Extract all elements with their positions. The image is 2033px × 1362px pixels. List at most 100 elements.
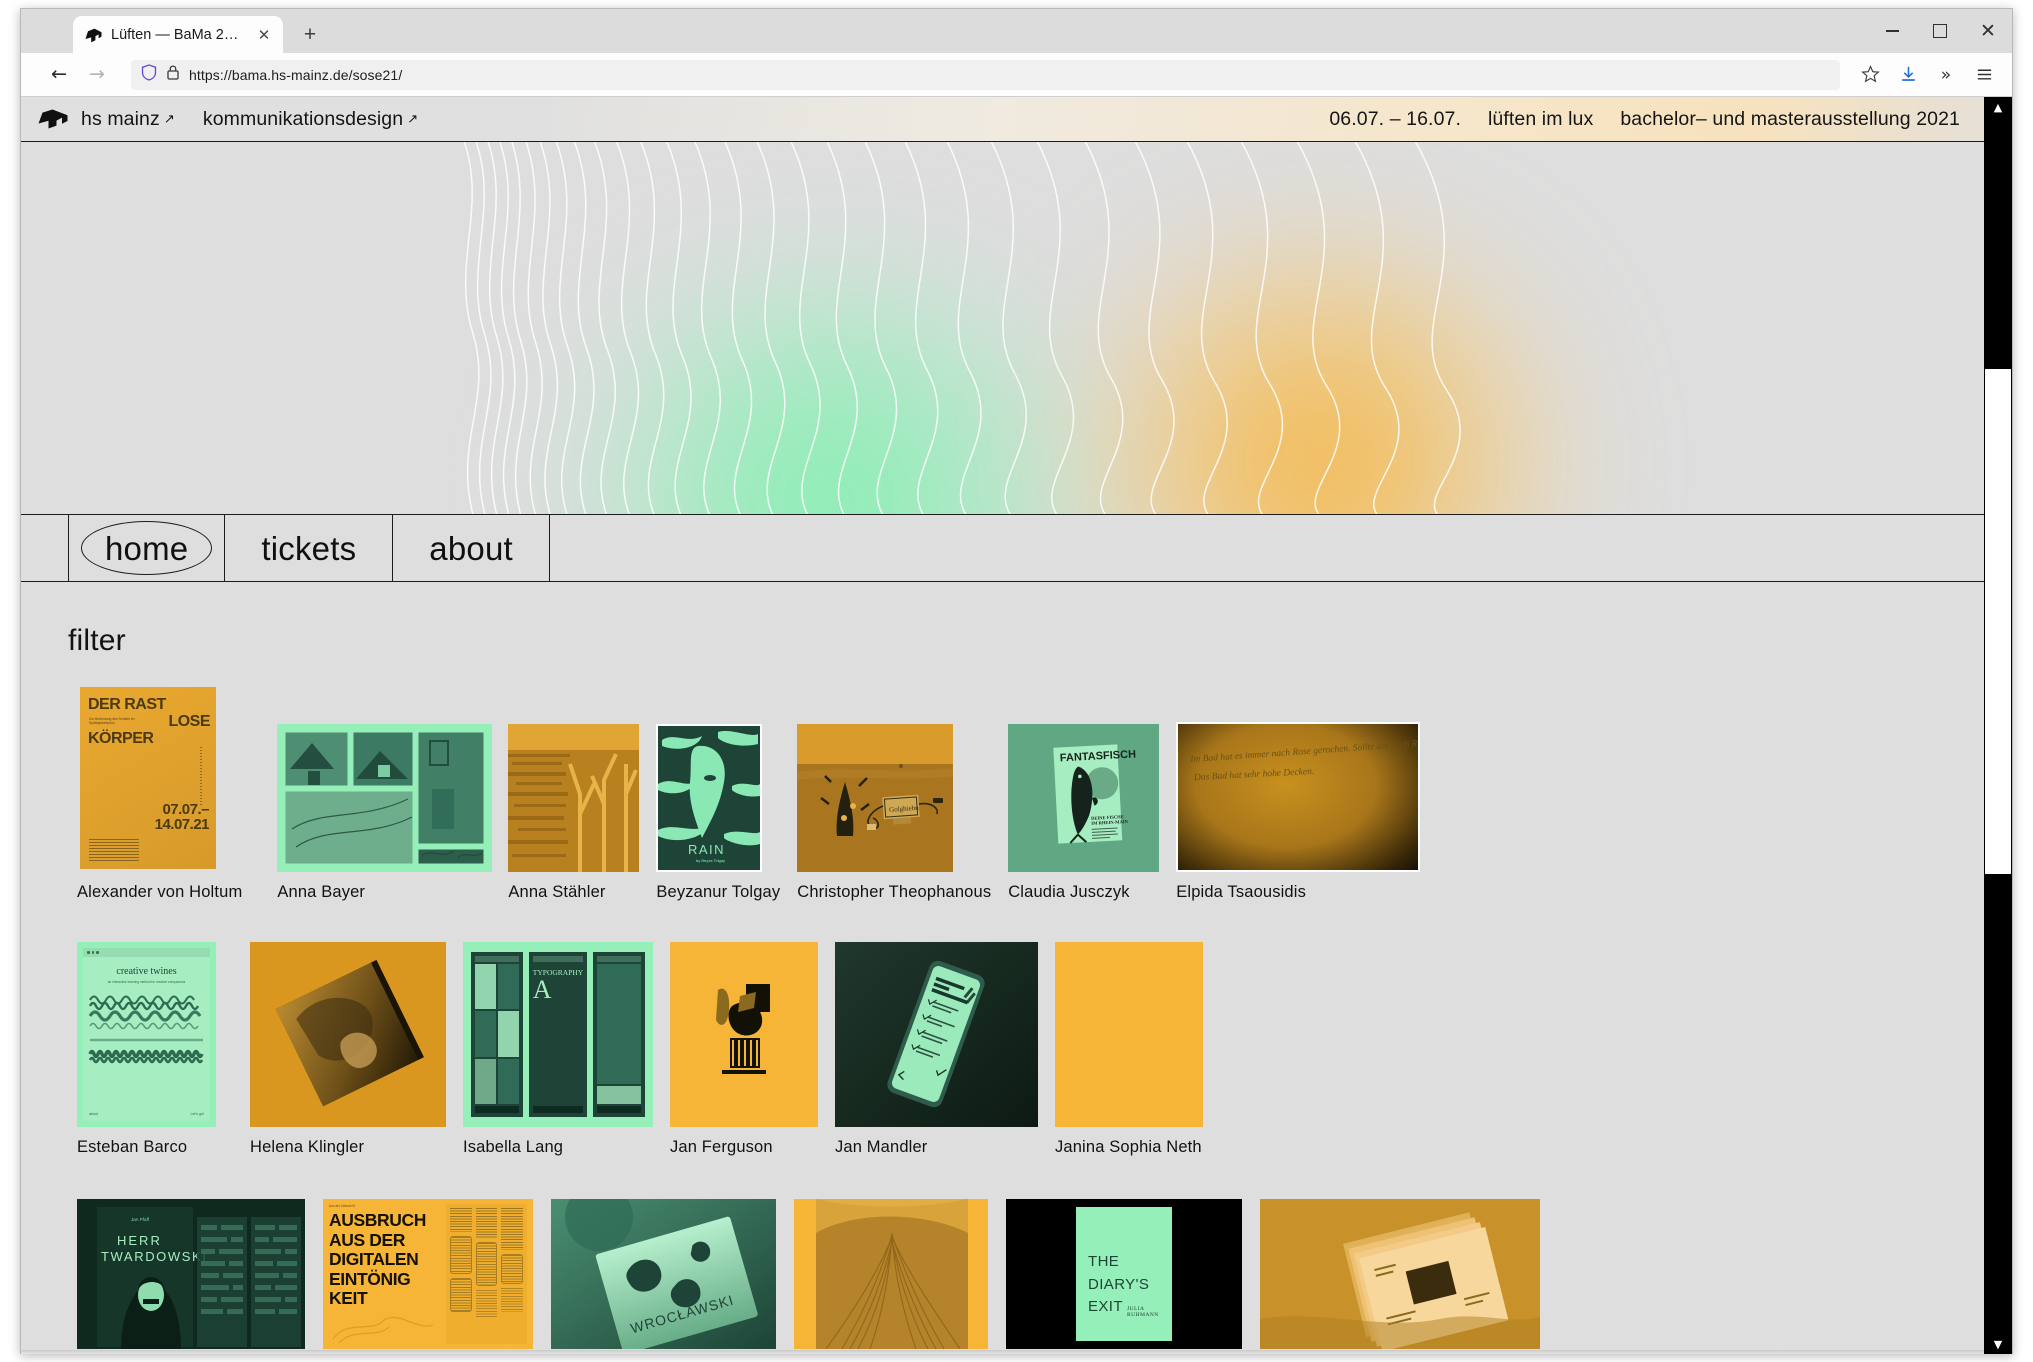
diary-line-1: THE	[1088, 1253, 1120, 1270]
site-logo-icon	[85, 28, 102, 43]
maximize-icon[interactable]	[1916, 9, 1964, 53]
exhibition-title: lüften im lux	[1487, 107, 1594, 130]
project-card[interactable]: Jan Ferguson	[670, 942, 818, 1157]
project-name: Alexander von Holtum	[77, 883, 243, 901]
project-thumbnail[interactable]	[508, 724, 640, 872]
ausbruch-line-1: AUSBRUCH	[329, 1210, 426, 1230]
book-hand-artwork	[250, 942, 446, 1127]
wave-lines-decoration	[463, 142, 1461, 514]
project-thumbnail[interactable]: THE DIARY'S EXIT JULIA RUHMANN	[1006, 1199, 1242, 1349]
link-hs-mainz[interactable]: hs mainz ↗	[81, 108, 175, 131]
project-thumbnail[interactable]	[250, 942, 446, 1127]
download-icon[interactable]	[1892, 59, 1924, 91]
ausbruch-line-5: KEIT	[329, 1288, 368, 1309]
project-name: Claudia Jusczyk	[1008, 883, 1130, 901]
poster-line-1: DER RAST	[88, 696, 166, 713]
project-thumbnail[interactable]: TYPOGRAPHY A	[463, 942, 653, 1127]
nav-spacer	[21, 515, 69, 581]
project-thumbnail[interactable]	[670, 942, 818, 1127]
project-name: Elpida Tsaousidis	[1176, 883, 1306, 901]
project-thumbnail[interactable]: RAIN by Beyza Tolgay	[656, 724, 763, 872]
twines-cta-link[interactable]: Let's go!	[191, 1112, 204, 1116]
link-kommunikationsdesign[interactable]: kommunikationsdesign ↗	[203, 108, 418, 131]
project-card[interactable]: Janina Sophia Neth	[1055, 942, 1203, 1157]
browser-tab[interactable]: Lüften — BaMa 2021 ✕	[73, 16, 283, 54]
project-card[interactable]: Im Bad hat es immer nach Rose gerochen. …	[1176, 722, 1421, 902]
window-controls: ✕	[1868, 9, 2012, 53]
project-thumbnail[interactable]: Jan Pfaff HERR TWARDOWSKI	[77, 1199, 305, 1349]
project-thumbnail[interactable]: Im Bad hat es immer nach Rose gerochen. …	[1176, 722, 1421, 872]
project-thumbnail[interactable]	[1055, 942, 1203, 1127]
hamburger-menu-icon[interactable]	[1968, 59, 2000, 91]
project-card[interactable]	[794, 1199, 988, 1349]
project-card[interactable]: Anna Bayer	[277, 724, 493, 902]
close-icon[interactable]: ✕	[253, 24, 275, 46]
scrollbar-thumb[interactable]	[1985, 369, 2011, 874]
project-thumbnail[interactable]: WROCŁAWSKI	[551, 1199, 776, 1349]
bookmark-star-icon[interactable]	[1854, 59, 1886, 91]
rain-artwork: RAIN by Beyza Tolgay	[658, 726, 761, 870]
project-thumbnail[interactable]: Aus der Zeitschrift AUSBRUCH AUS DER DIG…	[323, 1199, 533, 1349]
project-card[interactable]: FANTASFISCH DEINE FISCHE IM RHEIN-MAIN C…	[1008, 724, 1160, 902]
diary-line-2: DIARY'S	[1088, 1275, 1150, 1293]
project-card[interactable]: THE DIARY'S EXIT JULIA RUHMANN	[1006, 1199, 1242, 1349]
typography-app-letter: A	[532, 975, 552, 1004]
project-card[interactable]: Golghiebn Christopher Theophanous	[797, 724, 991, 902]
ausbruch-line-4: EINTÖNIG	[329, 1268, 411, 1289]
project-name: Beyzanur Tolgay	[656, 883, 781, 901]
new-tab-button[interactable]: +	[295, 19, 325, 49]
nav-tab-home[interactable]: home	[69, 515, 226, 581]
project-name: Isabella Lang	[463, 1138, 564, 1156]
project-card[interactable]: Helena Klingler	[250, 942, 446, 1157]
nav-tab-tickets-label: tickets	[261, 529, 357, 567]
project-name: Anna Bayer	[277, 883, 366, 901]
project-card[interactable]: Jan Pfaff HERR TWARDOWSKI	[77, 1199, 305, 1349]
poster-subtitle: Zur Bedeutung des Schlafs im Spätkapital…	[89, 717, 135, 726]
project-thumbnail[interactable]	[794, 1199, 988, 1349]
project-card[interactable]: creative twines an interactive learning …	[77, 942, 216, 1157]
tab-strip: Lüften — BaMa 2021 ✕ + ✕	[21, 9, 2012, 54]
nav-tab-about[interactable]: about	[393, 515, 550, 581]
url-text: https://bama.hs-mainz.de/sose21/	[189, 66, 403, 83]
project-card[interactable]: Jan Mandler	[835, 942, 1038, 1157]
project-thumbnail[interactable]	[1260, 1199, 1540, 1349]
close-icon[interactable]: ✕	[1964, 9, 2012, 53]
vertical-scrollbar[interactable]: ▲ ▼	[1984, 97, 2012, 1354]
twines-waveforms	[88, 995, 204, 1064]
project-thumbnail[interactable]: DER RAST LOSE KÖRPER Zur Bedeutung des S…	[77, 684, 219, 872]
project-card[interactable]: RAIN by Beyza Tolgay Beyzanur Tolgay	[656, 724, 780, 902]
external-link-icon: ↗	[407, 110, 419, 126]
project-thumbnail[interactable]: FANTASFISCH DEINE FISCHE IM RHEIN-MAIN	[1008, 724, 1160, 872]
collage-artwork	[670, 942, 818, 1127]
project-card[interactable]: Anna Stähler	[508, 724, 640, 902]
project-thumbnail[interactable]	[277, 724, 493, 872]
forward-icon[interactable]: →	[81, 59, 113, 91]
back-icon[interactable]: ←	[43, 59, 75, 91]
scroll-down-arrow-icon[interactable]: ▼	[1984, 1334, 2012, 1354]
address-bar[interactable]: https://bama.hs-mainz.de/sose21/	[131, 59, 1840, 90]
puzzle-book-artwork: WROCŁAWSKI	[551, 1199, 776, 1349]
diary-author-2: RUHMANN	[1126, 1312, 1159, 1319]
minimize-icon[interactable]	[1868, 9, 1916, 53]
ausbruch-outline-shape	[332, 1316, 434, 1344]
comic-panels-artwork	[282, 729, 488, 867]
project-name: Esteban Barco	[77, 1138, 188, 1156]
project-thumbnail[interactable]: Golghiebn	[797, 724, 954, 872]
dune-artwork	[794, 1199, 988, 1349]
overflow-chevrons-icon[interactable]: »	[1930, 59, 1962, 91]
project-card[interactable]: Aus der Zeitschrift AUSBRUCH AUS DER DIG…	[323, 1199, 533, 1349]
project-card[interactable]: DER RAST LOSE KÖRPER Zur Bedeutung des S…	[77, 684, 242, 902]
scroll-up-arrow-icon[interactable]: ▲	[1984, 97, 2012, 117]
project-card[interactable]: TYPOGRAPHY A Isabella Lang	[463, 942, 653, 1157]
nav-tab-tickets[interactable]: tickets	[225, 515, 394, 581]
project-name: Helena Klingler	[250, 1138, 365, 1156]
exhibition-subtitle: bachelor– und masterausstellung 2021	[1620, 107, 1960, 130]
paper-stack-artwork	[1260, 1199, 1540, 1349]
shield-icon[interactable]	[141, 63, 157, 86]
project-thumbnail[interactable]: creative twines an interactive learning …	[77, 942, 216, 1127]
project-card[interactable]	[1260, 1199, 1540, 1349]
project-thumbnail[interactable]	[835, 942, 1038, 1127]
project-card[interactable]: WROCŁAWSKI	[551, 1199, 776, 1349]
browser-window: Lüften — BaMa 2021 ✕ + ✕ ← → https://bam…	[20, 8, 2013, 1354]
twines-about-link[interactable]: about	[89, 1112, 98, 1116]
